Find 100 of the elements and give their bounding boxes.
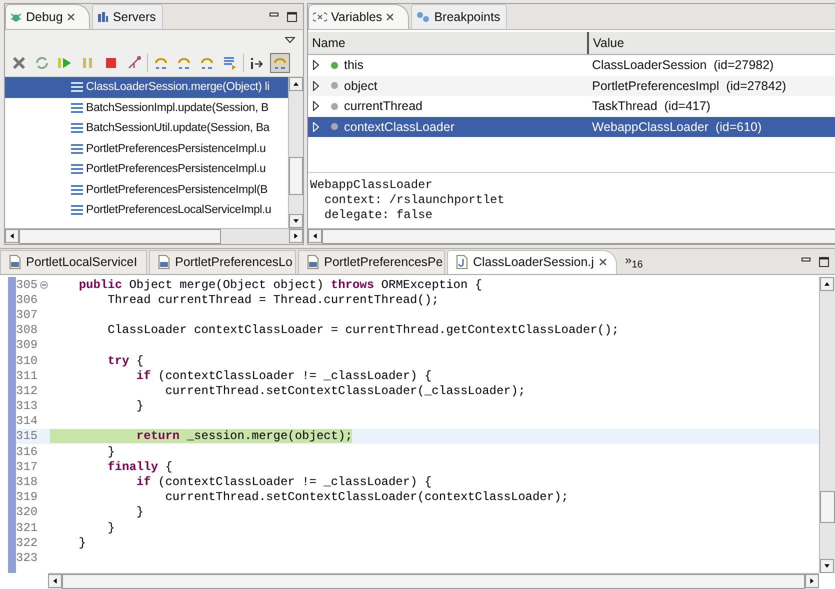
code-line: Thread currentThread = Thread.currentThread(); [106, 292, 439, 307]
horizontal-scrollbar[interactable] [5, 228, 303, 244]
view-menu-icon[interactable] [285, 37, 295, 43]
code-line: currentThread.setContextClassLoader(contextClassLoader); [164, 490, 568, 504]
stack-frame-item[interactable]: PortletPreferencesPersistenceImpl(B [5, 180, 288, 200]
expand-icon[interactable] [313, 101, 319, 112]
code-line: finally { [106, 460, 172, 474]
line-number: 306 [16, 292, 39, 307]
code-line: try { [106, 354, 144, 368]
scroll-down-icon[interactable] [820, 559, 834, 573]
editor-tab[interactable]: PortletPreferencesPe [298, 250, 445, 274]
code-line: } [78, 536, 86, 550]
more-tabs-button[interactable]: »$_{16}$ [625, 252, 643, 270]
variable-name: this [344, 58, 364, 72]
line-number: 309 [16, 338, 39, 352]
code-line: } [106, 520, 115, 535]
stack-frame-icon [71, 82, 83, 92]
step-into-icon [153, 55, 169, 71]
variable-value: PortletPreferencesImpl (id=27842) [591, 78, 786, 93]
editor-tab[interactable]: PortletPreferencesLo [149, 250, 296, 274]
close-icon[interactable] [66, 13, 75, 21]
variable-row[interactable]: this ClassLoaderSession (id=27982) [308, 55, 835, 76]
vertical-scrollbar[interactable] [819, 277, 835, 573]
vertical-scrollbar[interactable] [288, 77, 303, 228]
terminate-icon [103, 55, 119, 71]
line-number: 318 [16, 475, 39, 490]
variable-name: object [344, 78, 378, 93]
variable-name: contextClassLoader [344, 120, 454, 134]
scroll-thumb[interactable] [289, 157, 303, 195]
line-number: 317 [16, 460, 39, 474]
line-number: 307 [16, 308, 39, 322]
horizontal-scrollbar[interactable] [48, 573, 819, 589]
view-tab[interactable]: Variables [308, 4, 410, 29]
detail-text: delegate: false [323, 208, 434, 224]
code-line: currentThread.setContextClassLoader(_classLoader); [164, 384, 526, 398]
scroll-left-icon[interactable] [308, 229, 322, 244]
scroll-left-icon[interactable] [5, 229, 19, 243]
variable-row[interactable]: object PortletPreferencesImpl (id=27842) [308, 76, 835, 96]
scroll-thumb[interactable] [820, 491, 835, 523]
scroll-down-icon[interactable] [289, 214, 303, 228]
code-line: if (contextClassLoader != _classLoader) { [135, 475, 432, 490]
disconnect-icon [126, 55, 142, 71]
scroll-up-icon[interactable] [289, 77, 303, 91]
variable-value: ClassLoaderSession (id=27982) [591, 58, 774, 72]
maximize-icon[interactable] [819, 256, 829, 266]
column-header[interactable]: Value [589, 32, 835, 54]
breakpoint-icon [416, 11, 430, 23]
step-return-icon [199, 55, 215, 71]
variable-value: WebappClassLoader (id=610) [591, 120, 762, 134]
view-tab[interactable]: Servers [92, 4, 163, 29]
scroll-left-icon[interactable] [48, 574, 62, 588]
editor-tab[interactable]: PortletLocalServiceI [0, 250, 147, 274]
stack-frame-icon [71, 102, 83, 113]
stack-frame-item[interactable]: BatchSessionImpl.update(Session, B [5, 98, 288, 118]
expand-icon[interactable] [313, 60, 319, 70]
editor-tab[interactable]: ClassLoaderSession.j [447, 250, 617, 274]
scroll-right-icon[interactable] [289, 229, 303, 243]
stack-frame-item[interactable]: BatchSessionUtil.update(Session, Ba [5, 118, 288, 138]
view-tab[interactable]: Debug [5, 4, 90, 29]
line-number: 315 [16, 429, 39, 444]
maximize-icon[interactable] [287, 12, 297, 22]
line-number: 311 [16, 368, 39, 383]
code-line: public Object merge(Object object) throws ORMException { [78, 278, 482, 292]
remove-icon [11, 55, 27, 71]
expand-icon[interactable] [313, 80, 319, 91]
resume-icon [57, 55, 73, 71]
view-tab[interactable]: Breakpoints [411, 4, 508, 29]
stack-frame-icon [71, 164, 83, 174]
drop-frame-icon [222, 55, 238, 71]
stack-frame-item[interactable]: PortletPreferencesPersistenceImpl.u [5, 138, 288, 159]
line-number: 321 [16, 520, 39, 535]
scroll-thumb[interactable] [19, 229, 221, 244]
scroll-right-icon[interactable] [805, 574, 819, 588]
close-icon[interactable] [386, 13, 394, 21]
variable-name: currentThread [344, 99, 423, 114]
line-number: 323 [16, 550, 39, 565]
line-number: 314 [16, 414, 39, 428]
step-over-icon [176, 55, 192, 71]
stack-frame-item[interactable]: ClassLoaderSession.merge(Object) li [5, 77, 288, 98]
line-number: 319 [16, 490, 39, 504]
step-filter-icon [272, 55, 288, 71]
code-line: } [135, 399, 144, 414]
stack-frame-icon [71, 144, 83, 154]
line-number: 312 [16, 384, 39, 398]
stack-frame-item[interactable]: PortletPreferencesPersistenceImpl.u [5, 159, 288, 180]
stack-frame-item[interactable]: PortletPreferencesLocalServiceImpl.u [5, 200, 288, 220]
variable-row[interactable]: contextClassLoader WebappClassLoader (id=610) [308, 116, 835, 137]
variable-value: TaskThread (id=417) [591, 99, 710, 114]
column-header[interactable]: Name [308, 32, 589, 54]
line-number: 313 [16, 399, 39, 414]
horizontal-scrollbar[interactable] [308, 228, 835, 244]
file-icon [158, 255, 170, 269]
close-icon[interactable] [598, 258, 607, 266]
fold-icon[interactable] [40, 280, 48, 289]
instruction-icon [249, 55, 265, 71]
code-line: } [106, 444, 115, 459]
variable-row[interactable]: currentThread TaskThread (id=417) [308, 96, 835, 116]
scroll-up-icon[interactable] [820, 277, 834, 291]
line-number: 310 [16, 354, 39, 368]
detail-text: context: /rslaunchportlet [323, 193, 506, 208]
